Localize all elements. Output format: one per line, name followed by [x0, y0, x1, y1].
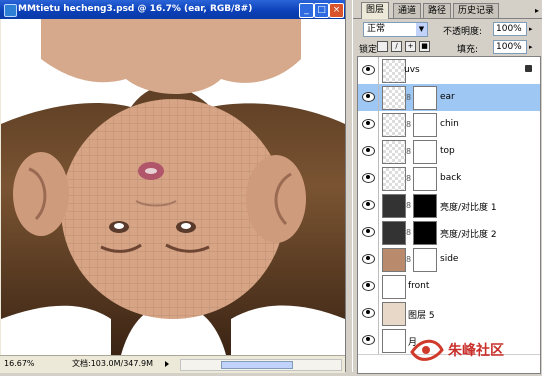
layer-thumbnail	[382, 140, 406, 164]
blend-mode-select[interactable]: 正常 ▼	[363, 22, 428, 37]
image-canvas[interactable]	[1, 19, 345, 355]
status-menu-arrow-icon[interactable]	[165, 361, 169, 367]
layer-mask-thumbnail	[413, 167, 437, 191]
eye-icon[interactable]	[362, 173, 375, 183]
layer-row-front[interactable]: front	[358, 273, 540, 301]
eye-icon[interactable]	[362, 92, 375, 102]
panel-menu-icon[interactable]: ▸	[535, 6, 539, 15]
layer-mask-thumbnail	[413, 221, 437, 245]
close-icon[interactable]: ×	[329, 3, 344, 18]
blend-mode-value: 正常	[367, 24, 386, 34]
zoom-level[interactable]: 16.67%	[4, 356, 35, 372]
maximize-icon[interactable]: □	[314, 3, 329, 18]
lock-icon	[525, 65, 532, 72]
layer-row-side[interactable]: 8 side	[358, 246, 540, 274]
tab-history[interactable]: 历史记录	[453, 3, 500, 18]
lock-all-icon[interactable]: ■	[419, 41, 430, 52]
horizontal-scrollbar[interactable]	[180, 359, 342, 371]
link-icon: 8	[406, 255, 412, 264]
lock-icons: / + ■	[377, 41, 433, 52]
layer-row-layer-5[interactable]: 图层 5	[358, 300, 540, 328]
layer-name: ear	[440, 92, 455, 102]
link-icon: 8	[406, 201, 412, 210]
status-bar: 16.67% 文档:103.0M/347.9M	[0, 355, 345, 373]
layer-thumbnail	[382, 275, 406, 299]
tab-channels[interactable]: 通道	[393, 3, 422, 18]
adjustment-layer-icon	[382, 221, 406, 245]
fill-label: 填充:	[457, 45, 479, 55]
scroll-thumb[interactable]	[221, 361, 293, 369]
layer-thumbnail	[382, 59, 406, 83]
layer-name: 亮度/对比度 1	[440, 203, 497, 213]
layer-thumbnail	[382, 248, 406, 272]
lock-transparency-icon[interactable]	[377, 41, 388, 52]
eye-icon[interactable]	[362, 335, 375, 345]
layer-name: uvs	[404, 65, 420, 75]
lock-move-icon[interactable]: +	[405, 41, 416, 52]
panel-tabs: 图层 通道 路径 历史记录 ▸	[353, 2, 542, 19]
layer-name: chin	[440, 119, 459, 129]
opacity-label: 不透明度:	[443, 27, 483, 37]
link-icon: 8	[406, 93, 412, 102]
fill-field[interactable]: 100%	[493, 40, 527, 54]
face-texture-image	[1, 19, 345, 355]
watermark: 朱峰社区	[402, 330, 542, 372]
layer-thumbnail	[382, 86, 406, 110]
fill-dropdown-icon[interactable]: ▸	[529, 41, 536, 53]
layer-thumbnail	[382, 302, 406, 326]
adjustment-layer-icon	[382, 194, 406, 218]
layers-panel: 图层 通道 路径 历史记录 ▸ 正常 ▼ 不透明度: 100% ▸ 锁定: / +…	[352, 0, 542, 374]
layer-name: side	[440, 254, 459, 264]
eye-icon[interactable]	[362, 65, 375, 75]
link-icon: 8	[406, 174, 412, 183]
layer-row-uvs[interactable]: uvs	[358, 57, 540, 85]
chevron-down-icon[interactable]: ▼	[416, 23, 427, 36]
document-title: MMtietu hecheng3.psd @ 16.7% (ear, RGB/8…	[18, 4, 253, 14]
link-icon: 8	[406, 228, 412, 237]
layer-name: 亮度/对比度 2	[440, 230, 497, 240]
layer-thumbnail	[382, 167, 406, 191]
eye-icon[interactable]	[362, 281, 375, 291]
layer-mask-thumbnail	[413, 194, 437, 218]
layer-row-brightness-contrast-2[interactable]: 8 亮度/对比度 2	[358, 219, 540, 247]
layer-name: top	[440, 146, 455, 156]
layer-mask-thumbnail	[413, 140, 437, 164]
layer-row-brightness-contrast-1[interactable]: 8 亮度/对比度 1	[358, 192, 540, 220]
eye-icon[interactable]	[362, 254, 375, 264]
tab-paths[interactable]: 路径	[423, 3, 452, 18]
link-icon: 8	[406, 120, 412, 129]
eye-icon[interactable]	[362, 308, 375, 318]
layer-name: front	[408, 281, 430, 291]
minimize-icon[interactable]: _	[299, 3, 314, 18]
opacity-field[interactable]: 100%	[493, 22, 527, 36]
layer-mask-thumbnail	[413, 86, 437, 110]
layer-name: back	[440, 173, 462, 183]
tab-layers[interactable]: 图层	[361, 2, 390, 19]
link-icon: 8	[406, 147, 412, 156]
layer-mask-thumbnail	[413, 248, 437, 272]
layer-thumbnail	[382, 113, 406, 137]
layer-row-chin[interactable]: 8 chin	[358, 111, 540, 139]
layer-row-top[interactable]: 8 top	[358, 138, 540, 166]
layer-row-back[interactable]: 8 back	[358, 165, 540, 193]
watermark-text: 朱峰社区	[448, 343, 504, 359]
layers-list: uvs 8 ear 8 chin 8 top 8 back 8 亮度/对比度 1…	[357, 56, 541, 374]
eye-icon[interactable]	[362, 227, 375, 237]
opacity-dropdown-icon[interactable]: ▸	[529, 23, 536, 35]
layer-row-ear[interactable]: 8 ear	[358, 84, 540, 112]
eye-icon[interactable]	[362, 119, 375, 129]
eye-icon[interactable]	[362, 200, 375, 210]
layer-name: 图层 5	[408, 311, 435, 321]
document-window: MMtietu hecheng3.psd @ 16.7% (ear, RGB/8…	[0, 0, 346, 373]
layer-mask-thumbnail	[413, 113, 437, 137]
document-size: 文档:103.0M/347.9M	[72, 359, 153, 368]
photoshop-icon	[4, 4, 17, 17]
document-titlebar[interactable]: MMtietu hecheng3.psd @ 16.7% (ear, RGB/8…	[0, 0, 345, 19]
eye-icon[interactable]	[362, 146, 375, 156]
lock-brush-icon[interactable]: /	[391, 41, 402, 52]
